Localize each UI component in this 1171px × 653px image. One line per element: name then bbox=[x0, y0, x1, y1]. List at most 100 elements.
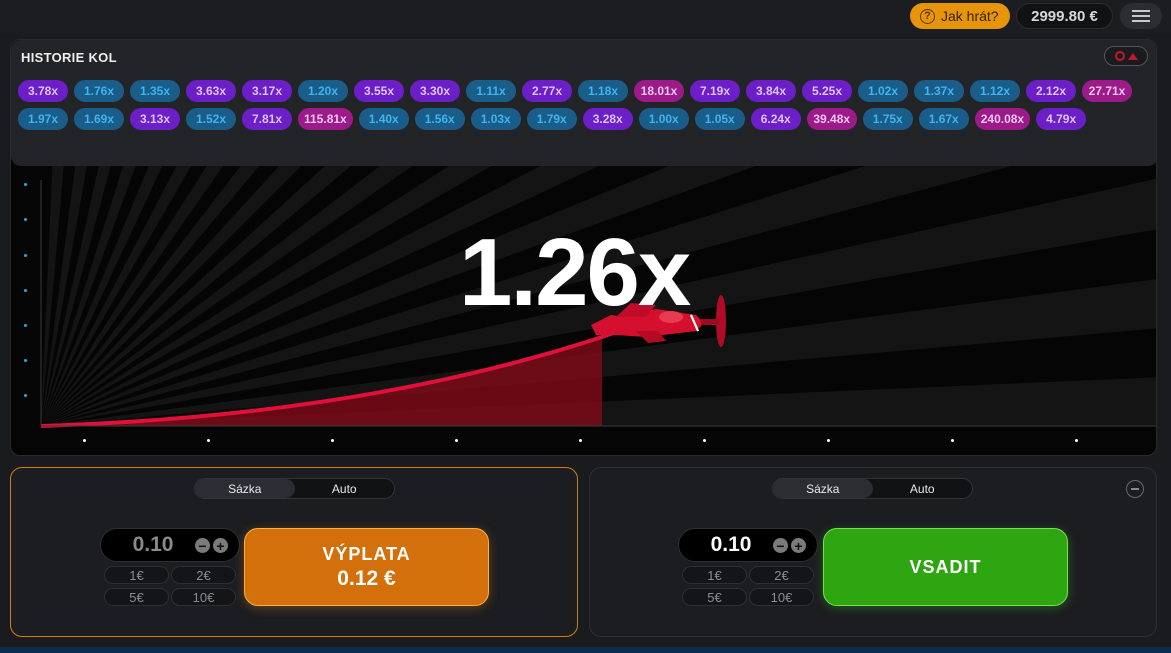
tab-auto[interactable]: Auto bbox=[873, 479, 973, 498]
history-chip[interactable]: 27.71x bbox=[1082, 80, 1132, 102]
y-axis-dot bbox=[24, 359, 27, 362]
cashout-label: VÝPLATA bbox=[322, 543, 411, 564]
history-chip[interactable]: 4.79x bbox=[1036, 108, 1087, 130]
current-multiplier: 1.26x bbox=[459, 219, 691, 326]
x-axis-dot bbox=[1075, 439, 1078, 442]
x-axis-dot bbox=[703, 439, 706, 442]
x-axis-dot bbox=[579, 439, 582, 442]
history-chip[interactable]: 5.25x bbox=[802, 80, 852, 102]
tab-bet[interactable]: Sázka bbox=[195, 479, 295, 498]
bet-panel-1: Sázka Auto 0.10 − + 1€ 2€ 5€ 10€ VÝPLATA… bbox=[10, 467, 578, 637]
place-bet-label: VSADIT bbox=[909, 556, 982, 577]
bottom-strip bbox=[0, 647, 1171, 653]
y-axis-dot bbox=[24, 183, 27, 186]
history-chip[interactable]: 1.97x bbox=[18, 108, 68, 130]
history-chip[interactable]: 6.24x bbox=[750, 108, 801, 130]
how-to-play-button[interactable]: ? Jak hrát? bbox=[910, 3, 1010, 29]
y-axis-dot bbox=[24, 218, 27, 221]
x-axis-dot bbox=[331, 439, 334, 442]
history-chip[interactable]: 3.55x bbox=[354, 80, 404, 102]
round-history-panel: HISTORIE KOL 3.78x 1.76x 1.35x 3.63x 3.17x 1.… bbox=[11, 40, 1156, 166]
history-chip[interactable]: 3.30x bbox=[410, 80, 460, 102]
top-bar: ? Jak hrát? 2999.80 € bbox=[0, 0, 1171, 34]
history-chip[interactable]: 1.79x bbox=[526, 108, 577, 130]
quick-bet-5[interactable]: 5€ bbox=[104, 588, 169, 606]
history-chip[interactable]: 1.67x bbox=[918, 108, 969, 130]
history-chip[interactable]: 1.20x bbox=[298, 80, 348, 102]
x-axis-dot bbox=[455, 439, 458, 442]
history-chip[interactable]: 3.13x bbox=[130, 108, 180, 130]
history-chip[interactable]: 3.63x bbox=[186, 80, 236, 102]
history-chip[interactable]: 1.05x bbox=[694, 108, 745, 130]
stake-value: 0.10 bbox=[710, 533, 752, 556]
history-chip[interactable]: 115.81x bbox=[298, 108, 353, 130]
plus-icon[interactable]: + bbox=[213, 538, 228, 553]
y-axis-dot bbox=[24, 324, 27, 327]
quick-bet-10[interactable]: 10€ bbox=[749, 588, 814, 606]
tab-bet[interactable]: Sázka bbox=[773, 479, 873, 498]
history-chip[interactable]: 1.56x bbox=[414, 108, 465, 130]
minus-icon[interactable]: − bbox=[195, 538, 210, 553]
how-to-play-label: Jak hrát? bbox=[941, 8, 999, 24]
history-chip[interactable]: 1.18x bbox=[578, 80, 628, 102]
y-axis-dot bbox=[24, 254, 27, 257]
game-area: 1.26x HISTORIE KOL 3.78x 1.76x 1.35x 3.63x 3… bbox=[10, 39, 1157, 456]
place-bet-button[interactable]: VSADIT bbox=[823, 528, 1068, 606]
history-chip[interactable]: 7.81x bbox=[242, 108, 292, 130]
y-axis-dot bbox=[24, 394, 27, 397]
history-title: HISTORIE KOL bbox=[21, 50, 117, 65]
quick-bet-1[interactable]: 1€ bbox=[104, 566, 169, 584]
balance-display: 2999.80 € bbox=[1016, 3, 1113, 29]
history-clock-icon bbox=[1114, 51, 1125, 61]
x-axis-dot bbox=[827, 439, 830, 442]
history-chip[interactable]: 1.69x bbox=[74, 108, 124, 130]
history-chip[interactable]: 1.12x bbox=[970, 80, 1020, 102]
history-chip[interactable]: 39.48x bbox=[806, 108, 857, 130]
history-chip[interactable]: 1.40x bbox=[358, 108, 409, 130]
history-chip[interactable]: 7.19x bbox=[690, 80, 740, 102]
x-axis-dot bbox=[951, 439, 954, 442]
stake-input[interactable]: 0.10 − + bbox=[100, 528, 240, 562]
remove-panel-icon[interactable] bbox=[1126, 480, 1144, 498]
quick-bet-2[interactable]: 2€ bbox=[171, 566, 236, 584]
history-chip[interactable]: 1.11x bbox=[466, 80, 516, 102]
history-chip[interactable]: 1.03x bbox=[470, 108, 521, 130]
quick-bet-5[interactable]: 5€ bbox=[682, 588, 747, 606]
history-chip[interactable]: 3.84x bbox=[746, 80, 796, 102]
quick-bet-1[interactable]: 1€ bbox=[682, 566, 747, 584]
history-toggle-button[interactable] bbox=[1104, 46, 1148, 66]
history-chip[interactable]: 18.01x bbox=[634, 80, 684, 102]
cashout-button[interactable]: VÝPLATA 0.12 € bbox=[244, 528, 489, 606]
stake-input[interactable]: 0.10 − + bbox=[678, 528, 818, 562]
history-chip[interactable]: 1.75x bbox=[862, 108, 913, 130]
history-chip[interactable]: 2.77x bbox=[522, 80, 572, 102]
plus-icon[interactable]: + bbox=[791, 538, 806, 553]
history-chip[interactable]: 1.76x bbox=[74, 80, 124, 102]
history-chip[interactable]: 240.08x bbox=[974, 108, 1031, 130]
cashout-amount: 0.12 € bbox=[337, 566, 396, 590]
history-chip[interactable]: 1.35x bbox=[130, 80, 180, 102]
bet-mode-tabs: Sázka Auto bbox=[194, 478, 395, 499]
history-chip[interactable]: 1.37x bbox=[914, 80, 964, 102]
history-chip[interactable]: 3.28x bbox=[582, 108, 633, 130]
menu-icon[interactable] bbox=[1120, 3, 1162, 29]
bet-mode-tabs: Sázka Auto bbox=[772, 478, 973, 499]
history-chip[interactable]: 2.12x bbox=[1026, 80, 1076, 102]
x-axis-dot bbox=[207, 439, 210, 442]
stake-value: 0.10 bbox=[132, 533, 174, 556]
quick-bet-2[interactable]: 2€ bbox=[749, 566, 814, 584]
history-chip[interactable]: 3.78x bbox=[18, 80, 68, 102]
chevron-up-icon bbox=[1127, 52, 1138, 60]
minus-icon[interactable]: − bbox=[773, 538, 788, 553]
tab-auto[interactable]: Auto bbox=[295, 479, 395, 498]
quick-bet-10[interactable]: 10€ bbox=[171, 588, 236, 606]
y-axis-dot bbox=[24, 289, 27, 292]
x-axis-dot bbox=[83, 439, 86, 442]
history-chip[interactable]: 1.02x bbox=[858, 80, 908, 102]
history-chip[interactable]: 1.00x bbox=[638, 108, 689, 130]
question-icon: ? bbox=[920, 8, 935, 24]
history-chip-list: 3.78x 1.76x 1.35x 3.63x 3.17x 1.20x 3.55x 3.30x… bbox=[18, 80, 1148, 130]
history-chip[interactable]: 1.52x bbox=[186, 108, 236, 130]
bet-panel-2: Sázka Auto 0.10 − + 1€ 2€ 5€ 10€ VSADIT bbox=[589, 467, 1157, 637]
history-chip[interactable]: 3.17x bbox=[242, 80, 292, 102]
